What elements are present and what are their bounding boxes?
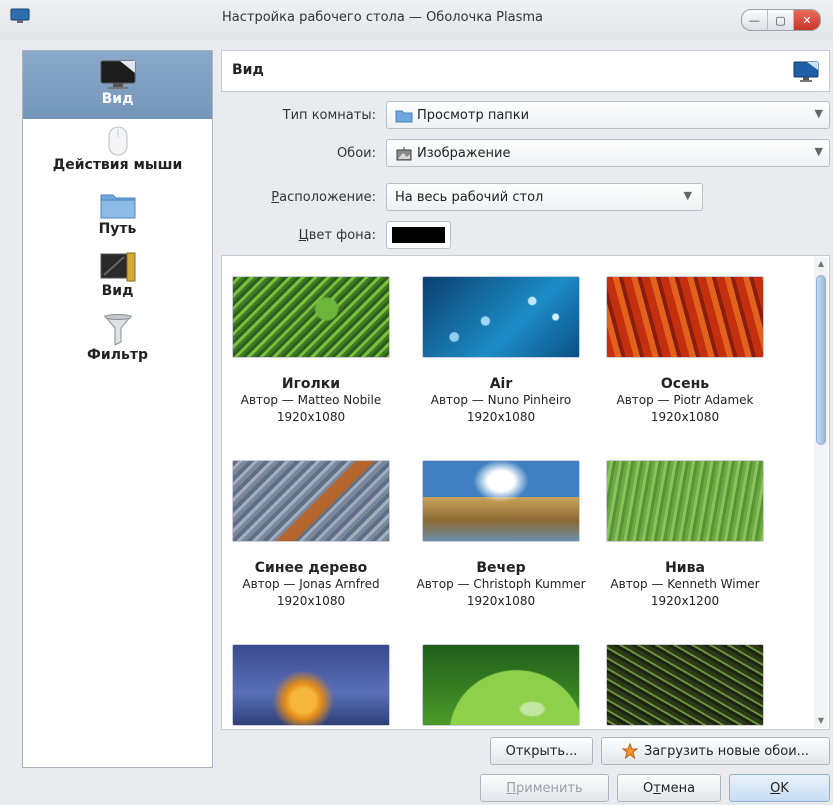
monitor-icon (793, 61, 819, 82)
sidebar-item-label: Вид (101, 283, 134, 299)
wallpaper-tile[interactable]: Air Автор — Nuno Pinheiro 1920x1080 (416, 276, 586, 480)
window-title: Настройка рабочего стола — Оболочка Plas… (222, 10, 543, 25)
sidebar-item-view-2[interactable]: Вид (23, 245, 212, 309)
sidebar-item-view[interactable]: Вид (23, 51, 212, 119)
sidebar-item-label: Действия мыши (52, 157, 183, 173)
wallpaper-tile[interactable]: Вечер Автор — Christoph Kummer 1920x1080 (416, 460, 586, 664)
page-header: Вид (221, 50, 830, 92)
positioning-combo[interactable]: На весь рабочий стол ▼ (386, 183, 703, 211)
monitor-icon (100, 60, 135, 89)
close-icon: ✕ (802, 13, 812, 27)
chevron-down-icon: ▼ (683, 189, 692, 202)
wallpaper-thumbnail (422, 460, 580, 542)
wallpaper-thumbnail (232, 644, 390, 726)
bg-color-label: Цвет фона: (298, 228, 376, 243)
wallpaper-value: Изображение (417, 146, 511, 161)
minimize-icon: — (749, 13, 760, 27)
title-bar: Настройка рабочего стола — Оболочка Plas… (0, 0, 833, 40)
gallery-scrollbar[interactable]: ▲ ▼ (814, 257, 828, 728)
positioning-value: На весь рабочий стол (395, 190, 544, 205)
maximize-icon: ▢ (775, 13, 786, 27)
wallpaper-tile[interactable] (226, 644, 396, 726)
wallpaper-thumbnail (422, 644, 580, 726)
cancel-button[interactable]: Отмена (617, 774, 721, 802)
image-icon (396, 146, 412, 160)
sidebar-item-mouse-actions[interactable]: Действия мыши (23, 119, 212, 181)
page-title: Вид (232, 62, 264, 78)
wallpaper-gallery: Иголки Автор — Matteo Nobile 1920x1080 A… (221, 255, 830, 730)
close-button[interactable]: ✕ (794, 10, 820, 30)
positioning-label: Расположение: (271, 190, 376, 205)
sidebar: Вид Действия мыши Путь Вид Фильтр (22, 50, 213, 768)
wallpaper-tile[interactable]: Осень Автор — Piotr Adamek 1920x1080 (600, 276, 770, 480)
minimize-button[interactable]: — (742, 10, 768, 30)
color-swatch (392, 227, 445, 243)
ok-button[interactable]: OK (729, 774, 830, 802)
scroll-up-icon[interactable]: ▲ (814, 257, 828, 271)
wallpaper-thumbnail (232, 276, 390, 358)
wallpaper-combo[interactable]: Изображение ▼ (386, 139, 830, 167)
bg-color-button[interactable] (386, 221, 451, 249)
open-button[interactable]: Открыть... (490, 737, 593, 765)
wallpaper-thumbnail (606, 276, 764, 358)
wallpaper-thumbnail (232, 460, 390, 542)
room-type-combo[interactable]: Просмотр папки ▼ (386, 101, 830, 129)
wallpaper-tile[interactable]: Иголки Автор — Matteo Nobile 1920x1080 (226, 276, 396, 480)
room-type-label: Тип комнаты: (282, 108, 376, 123)
wallpaper-tile[interactable] (416, 644, 586, 726)
star-icon (621, 743, 638, 759)
maximize-button[interactable]: ▢ (768, 10, 794, 30)
filter-icon (103, 314, 132, 346)
scroll-down-icon[interactable]: ▼ (814, 714, 828, 728)
chevron-down-icon: ▼ (814, 107, 823, 120)
wallpaper-tile[interactable]: Синее дерево Автор — Jonas Arnfred 1920x… (226, 460, 396, 664)
wallpaper-label: Обои: (336, 146, 376, 161)
apply-button[interactable]: Применить (480, 774, 609, 802)
folder-icon (395, 110, 413, 122)
download-wallpapers-button[interactable]: Загрузить новые обои... (601, 737, 830, 765)
wallpaper-thumbnail (606, 644, 764, 726)
wallpaper-tile[interactable]: Нива Автор — Kenneth Wimer 1920x1200 (600, 460, 770, 664)
folder-icon (100, 194, 135, 219)
wallpaper-thumbnail (422, 276, 580, 358)
wallpaper-thumbnail (606, 460, 764, 542)
mouse-icon (108, 126, 127, 156)
sidebar-item-path[interactable]: Путь (23, 181, 212, 245)
view-icon (100, 252, 135, 282)
wallpaper-tile[interactable] (600, 644, 770, 726)
window-controls: — ▢ ✕ (741, 9, 821, 31)
scrollbar-thumb[interactable] (816, 275, 826, 445)
sidebar-item-label: Путь (98, 221, 137, 237)
chevron-down-icon: ▼ (814, 145, 823, 158)
room-type-value: Просмотр папки (417, 108, 530, 123)
sidebar-item-label: Фильтр (87, 347, 148, 363)
sidebar-item-filter[interactable]: Фильтр (23, 309, 212, 369)
sidebar-item-label: Вид (101, 91, 134, 107)
